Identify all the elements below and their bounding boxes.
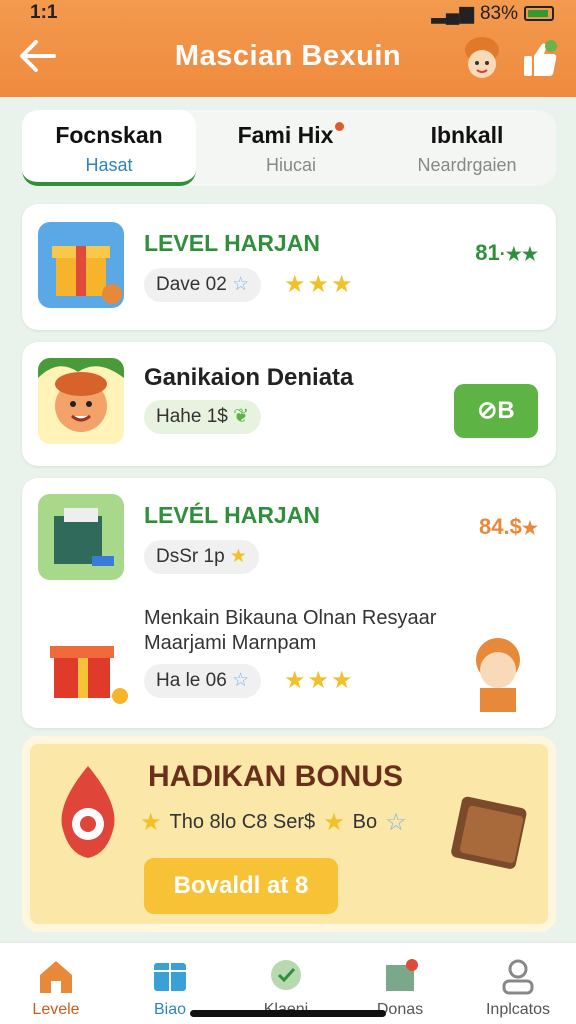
bonus-text-a: Tho 8lo C8 Ser$ (169, 811, 316, 833)
status-bar: 1:1 ▂▄▆ 83% (0, 0, 576, 26)
check-icon: ⊘ (477, 397, 498, 424)
tab-ibnkall[interactable]: Ibnkall Neardrgaien (382, 110, 552, 186)
card-pill-2: Ha le 06 ☆ (144, 664, 262, 698)
star-icon: ★ (331, 271, 353, 298)
star-outline-icon: ☆ (232, 670, 250, 691)
bonus-button[interactable]: Bovaldl at 8 (144, 858, 338, 914)
rating-stars: ★ ★ ★ (284, 270, 353, 299)
avatar-icon[interactable] (460, 34, 504, 86)
bonus-detail: ★ Tho 8lo C8 Ser$ ★ Bo ☆ (140, 808, 407, 837)
star-icon: ★ (284, 271, 306, 298)
tab-fami-hix[interactable]: Fami Hix Hiucai (206, 110, 376, 186)
pill-text: Dave 02 (156, 274, 227, 295)
star-icon: ★ (140, 809, 162, 836)
thumbs-up-icon[interactable] (522, 40, 558, 78)
nav-item-levele[interactable]: Levele (6, 957, 106, 1019)
level-card-2[interactable]: LEVÉL HARJAN DsSr 1p ★ 84.$★ Menkain Bik… (22, 478, 556, 728)
nav-label: Levele (32, 1001, 80, 1018)
star-icon: ★ (284, 667, 306, 694)
card-pill: Hahe 1$ ❦ (144, 400, 262, 434)
notification-dot (335, 122, 345, 131)
tab-label: Ibnkall (430, 122, 504, 148)
badge-button[interactable]: ⊘B (454, 384, 538, 438)
star-outline-icon: ☆ (385, 809, 407, 836)
tab-label: Fami Hix (237, 122, 334, 148)
card-pill: DsSr 1p ★ (144, 540, 259, 574)
star-icon: ★ (323, 809, 345, 836)
tab-focnskan[interactable]: Focnskan Hasat (22, 110, 196, 186)
app-header: 1:1 ▂▄▆ 83% Mascian Bexuin (0, 0, 576, 97)
home-icon (36, 957, 76, 995)
bonus-card: HADIKAN BONUS ★ Tho 8lo C8 Ser$ ★ Bo ☆ B… (22, 736, 556, 932)
card-score: 81·★★ (475, 240, 538, 266)
nav-item-inplcatos[interactable]: Inplcatos (468, 957, 568, 1019)
character-card[interactable]: Ganikaion Deniata Hahe 1$ ❦ ⊘B (22, 342, 556, 466)
score-value: 81 (475, 240, 500, 265)
tab-sub: Hiucai (265, 155, 317, 175)
status-time: 1:1 (30, 2, 58, 23)
rating-stars: ★ ★ ★ (284, 666, 353, 695)
map-icon (380, 957, 420, 995)
leaf-icon: ❦ (233, 406, 250, 427)
tab-sub: Hasat (85, 155, 133, 175)
profile-icon (498, 957, 538, 995)
tab-label: Focnskan (55, 122, 163, 148)
card-title: LEVEL HARJAN (144, 230, 320, 256)
star-icon: ★ (307, 667, 330, 694)
score-value: 84.$ (479, 514, 522, 539)
character-icon (458, 632, 538, 712)
flame-badge-icon (48, 762, 128, 862)
star-outline-icon: ☆ (232, 274, 250, 295)
level-card[interactable]: LEVEL HARJAN Dave 02 ☆ ★ ★ ★ 81·★★ (22, 204, 556, 330)
box-icon (38, 494, 124, 580)
nav-label: Inplcatos (485, 1001, 551, 1018)
bonus-title: HADIKAN BONUS (148, 760, 403, 793)
gift-icon (38, 624, 128, 714)
tab-bar: Focnskan Hasat Fami Hix Hiucai Ibnkall N… (22, 110, 556, 186)
badge-text: B (497, 397, 515, 424)
star-icon: ★ (521, 518, 538, 538)
card-title: Ganikaion Deniata (144, 364, 354, 391)
battery-icon (524, 6, 554, 21)
star-icon: ★ (229, 546, 247, 567)
tab-sub: Neardrgaien (417, 155, 517, 175)
card-title: LEVÉL HARJAN (144, 502, 320, 528)
card-pill: Dave 02 ☆ (144, 268, 262, 302)
wallet-icon (450, 786, 530, 876)
status-right: ▂▄▆ 83% (431, 2, 554, 25)
signal-icon: ▂▄▆ (431, 3, 474, 24)
box-icon (150, 957, 190, 995)
pill-text: DsSr 1p (156, 546, 225, 567)
star-icon: ·★★ (499, 244, 538, 264)
gift-icon (38, 222, 124, 308)
home-indicator (190, 1010, 386, 1017)
badge-icon (266, 957, 306, 995)
battery-text: 83% (479, 2, 518, 24)
star-icon: ★ (307, 271, 330, 298)
pill-text: Ha le 06 (156, 670, 227, 691)
card-score: 84.$★ (479, 514, 538, 540)
pill-text: Hahe 1$ (156, 406, 228, 427)
star-icon: ★ (331, 667, 353, 694)
bonus-text-b: Bo (352, 811, 378, 833)
character-avatar-icon (38, 358, 124, 444)
